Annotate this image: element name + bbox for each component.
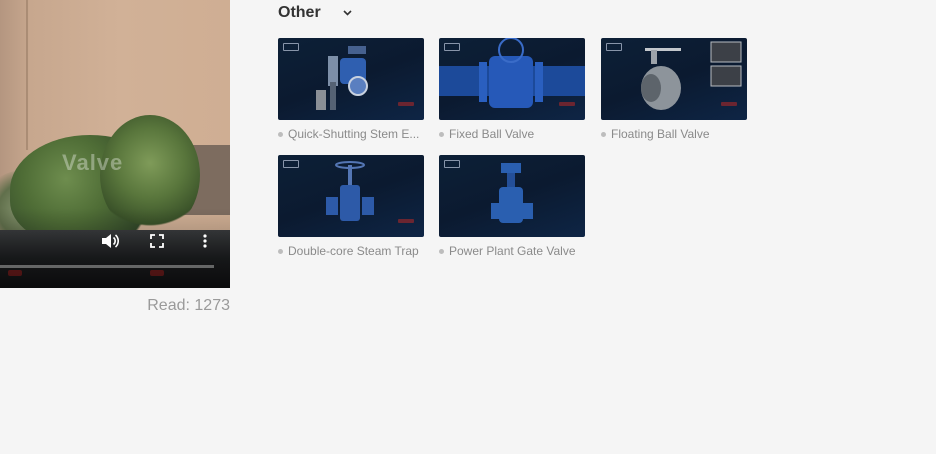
read-label: Read: (147, 297, 190, 314)
volume-icon (102, 234, 119, 248)
brand-mark (721, 102, 737, 106)
quick-shutting-valve-icon (316, 46, 368, 110)
page: Valve Read: 1273 Other Quick-Shutting St… (0, 0, 936, 454)
video-thumbnail[interactable] (439, 155, 585, 237)
steam-trap-icon (326, 161, 374, 221)
fullscreen-button[interactable] (148, 232, 166, 250)
video-card[interactable]: Fixed Ball Valve (439, 38, 585, 155)
wall-edge (26, 0, 28, 150)
volume-button[interactable] (100, 232, 120, 250)
video-caption: Double-core Steam Trap (278, 244, 424, 258)
brand-mark (398, 219, 414, 223)
video-card[interactable]: Power Plant Gate Valve (439, 155, 585, 272)
video-title[interactable]: Fixed Ball Valve (449, 127, 534, 141)
video-thumbnail[interactable] (439, 38, 585, 120)
video-card[interactable]: Floating Ball Valve (601, 38, 747, 155)
read-count: Read: 1273 (0, 297, 230, 315)
other-video-grid: Quick-Shutting Stem E... Fixed Ball Valv… (278, 38, 747, 272)
video-player[interactable]: Valve (0, 0, 230, 288)
brand-mark (559, 102, 575, 106)
video-watermark: Valve (62, 150, 124, 175)
video-title[interactable]: Double-core Steam Trap (288, 244, 419, 258)
video-caption: Quick-Shutting Stem E... (278, 127, 424, 141)
video-card[interactable]: Quick-Shutting Stem E... (278, 38, 424, 155)
bullet-icon (439, 248, 444, 254)
more-vertical-icon (203, 234, 207, 248)
video-thumbnail[interactable] (278, 155, 424, 237)
video-thumbnail[interactable] (278, 38, 424, 120)
bullet-icon (439, 131, 444, 137)
video-progress-bar[interactable] (0, 265, 214, 268)
bullet-icon (601, 131, 606, 137)
video-caption: Fixed Ball Valve (439, 127, 585, 141)
video-card[interactable]: Double-core Steam Trap (278, 155, 424, 272)
gate-valve-icon (491, 163, 533, 223)
chevron-down-icon[interactable] (343, 8, 353, 18)
fullscreen-icon (150, 234, 164, 248)
video-thumbnail[interactable] (601, 38, 747, 120)
video-title[interactable]: Floating Ball Valve (611, 127, 710, 141)
more-options-button[interactable] (198, 232, 212, 250)
video-caption: Floating Ball Valve (601, 127, 747, 141)
bullet-icon (278, 131, 283, 137)
fixed-ball-valve-icon (439, 38, 585, 108)
video-title[interactable]: Quick-Shutting Stem E... (288, 127, 419, 141)
section-title: Other (278, 4, 321, 21)
read-value: 1273 (194, 297, 230, 314)
video-title[interactable]: Power Plant Gate Valve (449, 244, 576, 258)
floating-ball-valve-icon (641, 41, 742, 110)
bullet-icon (278, 248, 283, 254)
video-caption: Power Plant Gate Valve (439, 244, 585, 258)
brand-mark (398, 102, 414, 106)
other-section-header[interactable]: Other (278, 4, 353, 22)
